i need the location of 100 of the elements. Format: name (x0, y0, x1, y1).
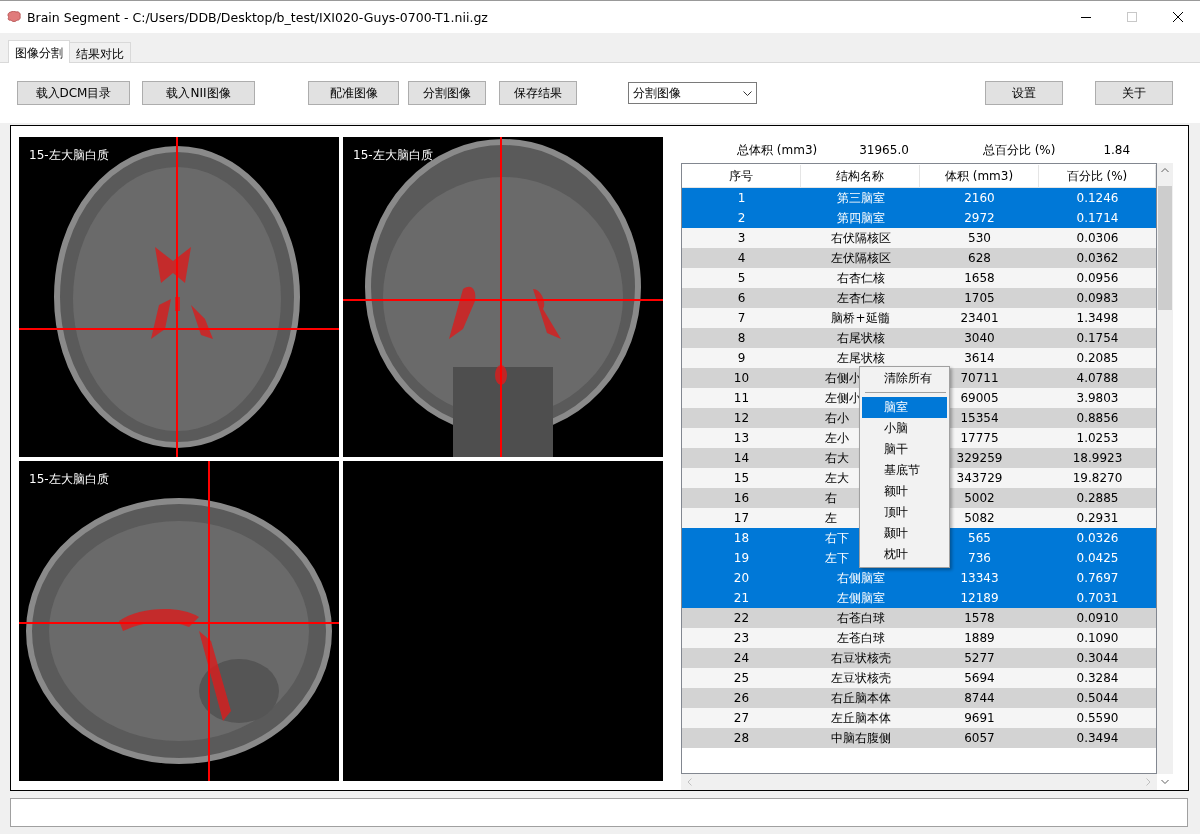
percent-cell: 0.0983 (1076, 291, 1119, 305)
name-cell: 第三脑室 (836, 189, 885, 207)
name-cell: 左 (825, 509, 837, 527)
percent-cell: 0.1714 (1076, 211, 1119, 225)
volume-cell: 329259 (956, 451, 1003, 465)
volume-cell: 1578 (964, 611, 995, 625)
name-cell: 右侧脑室 (836, 569, 885, 587)
percent-cell: 0.3284 (1076, 671, 1119, 685)
volume-cell: 12189 (960, 591, 999, 605)
percent-cell: 0.1090 (1076, 631, 1119, 645)
name-cell: 左尾状核 (836, 349, 885, 367)
percent-cell: 0.3044 (1076, 651, 1119, 665)
volume-cell: 23401 (960, 311, 999, 325)
index-cell: 17 (733, 511, 750, 525)
name-cell: 第四脑室 (836, 209, 885, 227)
total-percent-value: 1.84 (1103, 143, 1131, 157)
volume-cell: 1658 (964, 271, 995, 285)
percent-cell: 1.3498 (1076, 311, 1119, 325)
name-cell: 右小 (825, 409, 849, 427)
index-cell: 28 (733, 731, 750, 745)
percent-cell: 0.7031 (1076, 591, 1119, 605)
volume-cell: 5277 (964, 651, 995, 665)
name-cell: 左小 (825, 429, 849, 447)
name-cell: 左苍白球 (836, 629, 885, 647)
volume-cell: 530 (968, 231, 991, 245)
volume-cell: 5002 (964, 491, 995, 505)
volume-cell: 1705 (964, 291, 995, 305)
name-cell: 右丘脑本体 (830, 689, 891, 707)
index-cell: 25 (733, 671, 750, 685)
volume-cell: 3040 (964, 331, 995, 345)
index-cell: 10 (733, 371, 750, 385)
index-cell: 2 (737, 211, 746, 225)
volume-cell: 736 (968, 551, 991, 565)
volume-cell: 343729 (956, 471, 1003, 485)
volume-cell: 2972 (964, 211, 995, 225)
volume-cell: 9691 (964, 711, 995, 725)
window-title: Brain Segment - C:/Users/DDB/Desktop/b_test/IXI020-Guys-0700-T1.nii.gz (27, 9, 489, 25)
structure-label: 15-左大脑白质 (29, 147, 109, 164)
index-cell: 12 (733, 411, 750, 425)
volume-cell: 5082 (964, 511, 995, 525)
percent-cell: 0.0326 (1076, 531, 1119, 545)
name-cell: 右伏隔核区 (830, 229, 891, 247)
percent-cell: 0.1754 (1076, 331, 1119, 345)
index-cell: 5 (737, 271, 746, 285)
name-cell: 右杏仁核 (836, 269, 885, 287)
index-cell: 4 (737, 251, 746, 265)
percent-cell: 0.5590 (1076, 711, 1119, 725)
index-cell: 9 (737, 351, 746, 365)
percent-cell: 19.8270 (1072, 471, 1123, 485)
volume-cell: 565 (968, 531, 991, 545)
index-cell: 1 (737, 191, 746, 205)
volume-cell: 15354 (960, 411, 999, 425)
percent-cell: 0.2085 (1076, 351, 1119, 365)
percent-cell: 3.9803 (1076, 391, 1119, 405)
percent-cell: 0.0306 (1076, 231, 1119, 245)
volume-cell: 2160 (964, 191, 995, 205)
index-cell: 22 (733, 611, 750, 625)
name-cell: 左杏仁核 (836, 289, 885, 307)
index-cell: 16 (733, 491, 750, 505)
name-cell: 右苍白球 (836, 609, 885, 627)
percent-cell: 0.1246 (1076, 191, 1119, 205)
percent-cell: 0.0910 (1076, 611, 1119, 625)
index-cell: 20 (733, 571, 750, 585)
name-cell: 右 (825, 489, 837, 507)
percent-cell: 0.2885 (1076, 491, 1119, 505)
total-volume-value: 31965.0 (859, 143, 909, 157)
name-cell: 左大 (825, 469, 849, 487)
percent-cell: 0.5044 (1076, 691, 1119, 705)
name-cell: 右下 (825, 529, 849, 547)
index-cell: 15 (733, 471, 750, 485)
name-cell: 左丘脑本体 (830, 709, 891, 727)
volume-cell: 6057 (964, 731, 995, 745)
index-cell: 24 (733, 651, 750, 665)
index-cell: 8 (737, 331, 746, 345)
volume-cell: 17775 (960, 431, 999, 445)
total-volume-label: 总体积 (mm3) (737, 141, 818, 159)
percent-cell: 0.3494 (1076, 731, 1119, 745)
index-cell: 23 (733, 631, 750, 645)
index-cell: 19 (733, 551, 750, 565)
index-cell: 11 (733, 391, 750, 405)
percent-cell: 0.8856 (1076, 411, 1119, 425)
percent-cell: 0.7697 (1076, 571, 1119, 585)
name-cell: 左豆状核壳 (830, 669, 891, 687)
index-cell: 7 (737, 311, 746, 325)
volume-cell: 3614 (964, 351, 995, 365)
percent-cell: 0.0362 (1076, 251, 1119, 265)
structure-label: 15-左大脑白质 (29, 471, 109, 488)
volume-cell: 13343 (960, 571, 999, 585)
volume-cell: 5694 (964, 671, 995, 685)
index-cell: 27 (733, 711, 750, 725)
percent-cell: 0.0956 (1076, 271, 1119, 285)
volume-cell: 1889 (964, 631, 995, 645)
name-cell: 左伏隔核区 (830, 249, 891, 267)
percent-cell: 1.0253 (1076, 431, 1119, 445)
index-cell: 14 (733, 451, 750, 465)
index-cell: 26 (733, 691, 750, 705)
percent-cell: 18.9923 (1072, 451, 1123, 465)
percent-cell: 0.2931 (1076, 511, 1119, 525)
name-cell: 左侧脑室 (836, 589, 885, 607)
name-cell: 右大 (825, 449, 849, 467)
